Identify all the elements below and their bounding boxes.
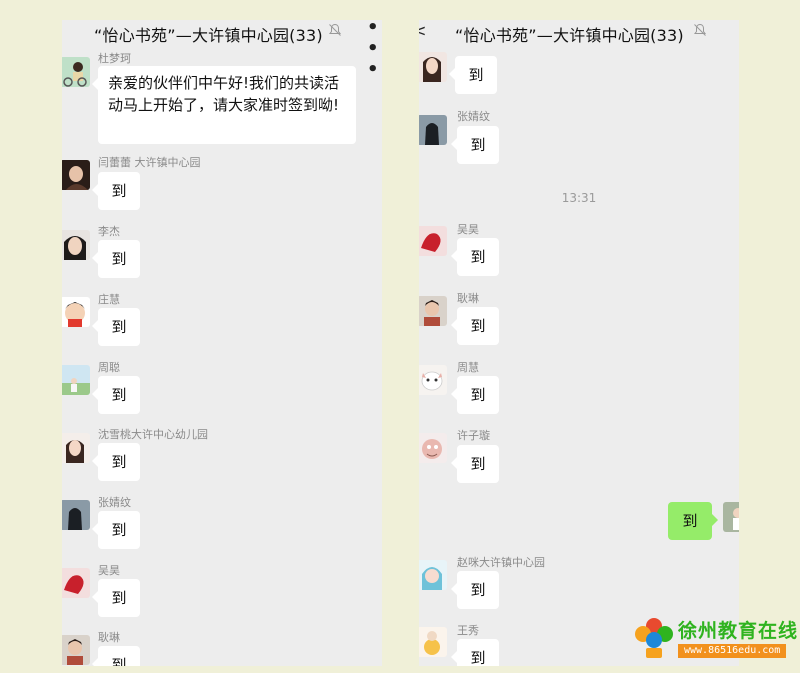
sender-name: 沈雪桃大许中心幼儿园	[98, 428, 208, 441]
back-icon[interactable]: <	[419, 21, 426, 40]
left-chat-screen: “怡心书苑”—大许镇中心园(33) • • • 杜梦珂 亲爱的伙伴们中午好!我们…	[62, 20, 382, 666]
sender-name: 许子璇	[457, 429, 490, 442]
my-message-bubble[interactable]: 到	[668, 502, 718, 540]
watermark-url: www.86516edu.com	[678, 644, 787, 658]
avatar[interactable]	[62, 568, 90, 598]
message-bubble[interactable]: 到	[92, 511, 140, 549]
avatar[interactable]	[62, 365, 90, 395]
avatar[interactable]	[62, 57, 90, 87]
watermark-logo-icon	[635, 618, 673, 658]
sender-name: 赵咪大许镇中心园	[457, 556, 545, 569]
avatar[interactable]	[419, 433, 447, 463]
avatar[interactable]	[419, 115, 447, 145]
message-bubble[interactable]: 到	[92, 376, 140, 414]
mute-bell-icon	[329, 23, 341, 36]
my-avatar[interactable]	[723, 502, 739, 532]
message-bubble[interactable]: 到	[92, 240, 140, 278]
avatar[interactable]	[62, 500, 90, 530]
sender-name: 耿琳	[457, 292, 479, 305]
avatar[interactable]	[419, 296, 447, 326]
message-bubble[interactable]: 到	[451, 307, 499, 345]
sender-name: 周聪	[98, 361, 120, 374]
message-bubble[interactable]: 到	[451, 445, 499, 483]
sender-name: 张婧纹	[98, 496, 131, 509]
watermark: 徐州教育在线 www.86516edu.com	[630, 612, 800, 667]
mute-bell-icon	[694, 23, 706, 36]
chat-title: “怡心书苑”—大许镇中心园(33)	[94, 26, 323, 45]
message-bubble[interactable]: 到	[451, 376, 499, 414]
message-bubble[interactable]: 到	[451, 126, 499, 164]
avatar[interactable]	[419, 627, 447, 657]
sender-name: 李杰	[98, 225, 120, 238]
message-bubble[interactable]: 到	[449, 56, 497, 94]
sender-name: 张婧纹	[457, 110, 490, 123]
sender-name: 庄慧	[98, 293, 120, 306]
chat-header: “怡心书苑”—大许镇中心园(33) • • •	[62, 20, 382, 80]
timestamp: 13:31	[561, 191, 597, 205]
sender-name: 耿琳	[98, 631, 120, 644]
message-bubble[interactable]: 亲爱的伙伴们中午好!我们的共读活动马上开始了，请大家准时签到呦!	[92, 66, 356, 144]
avatar[interactable]	[419, 52, 447, 82]
sender-name: 周慧	[457, 361, 479, 374]
message-bubble[interactable]: 到	[92, 443, 140, 481]
avatar[interactable]	[62, 433, 90, 463]
avatar[interactable]	[419, 560, 447, 590]
message-bubble[interactable]: 到	[92, 579, 140, 617]
message-bubble[interactable]: 到	[451, 571, 499, 609]
sender-name: 闫蕾蕾 大许镇中心园	[98, 156, 201, 169]
message-bubble[interactable]: 到	[92, 308, 140, 346]
message-bubble[interactable]: 到	[92, 172, 140, 210]
chat-header: < “怡心书苑”—大许镇中心园(33)	[419, 20, 739, 50]
sender-name: 王秀	[457, 624, 479, 637]
chat-title: “怡心书苑”—大许镇中心园(33)	[455, 26, 684, 45]
sender-name: 杜梦珂	[98, 52, 131, 65]
message-bubble[interactable]: 到	[92, 646, 140, 666]
sender-name: 吴昊	[98, 564, 120, 577]
avatar[interactable]	[62, 297, 90, 327]
avatar[interactable]	[62, 160, 90, 190]
avatar[interactable]	[62, 635, 90, 665]
avatar[interactable]	[419, 365, 447, 395]
more-icon[interactable]: • • •	[367, 20, 382, 80]
sender-name: 吴昊	[457, 223, 479, 236]
message-bubble[interactable]: 到	[451, 639, 499, 666]
avatar[interactable]	[419, 226, 447, 256]
avatar[interactable]	[62, 230, 90, 260]
watermark-title: 徐州教育在线	[678, 620, 799, 642]
right-chat-screen: < “怡心书苑”—大许镇中心园(33) 到 张婧纹 到 13:31 吴昊 到 耿…	[419, 20, 739, 666]
message-bubble[interactable]: 到	[451, 238, 499, 276]
